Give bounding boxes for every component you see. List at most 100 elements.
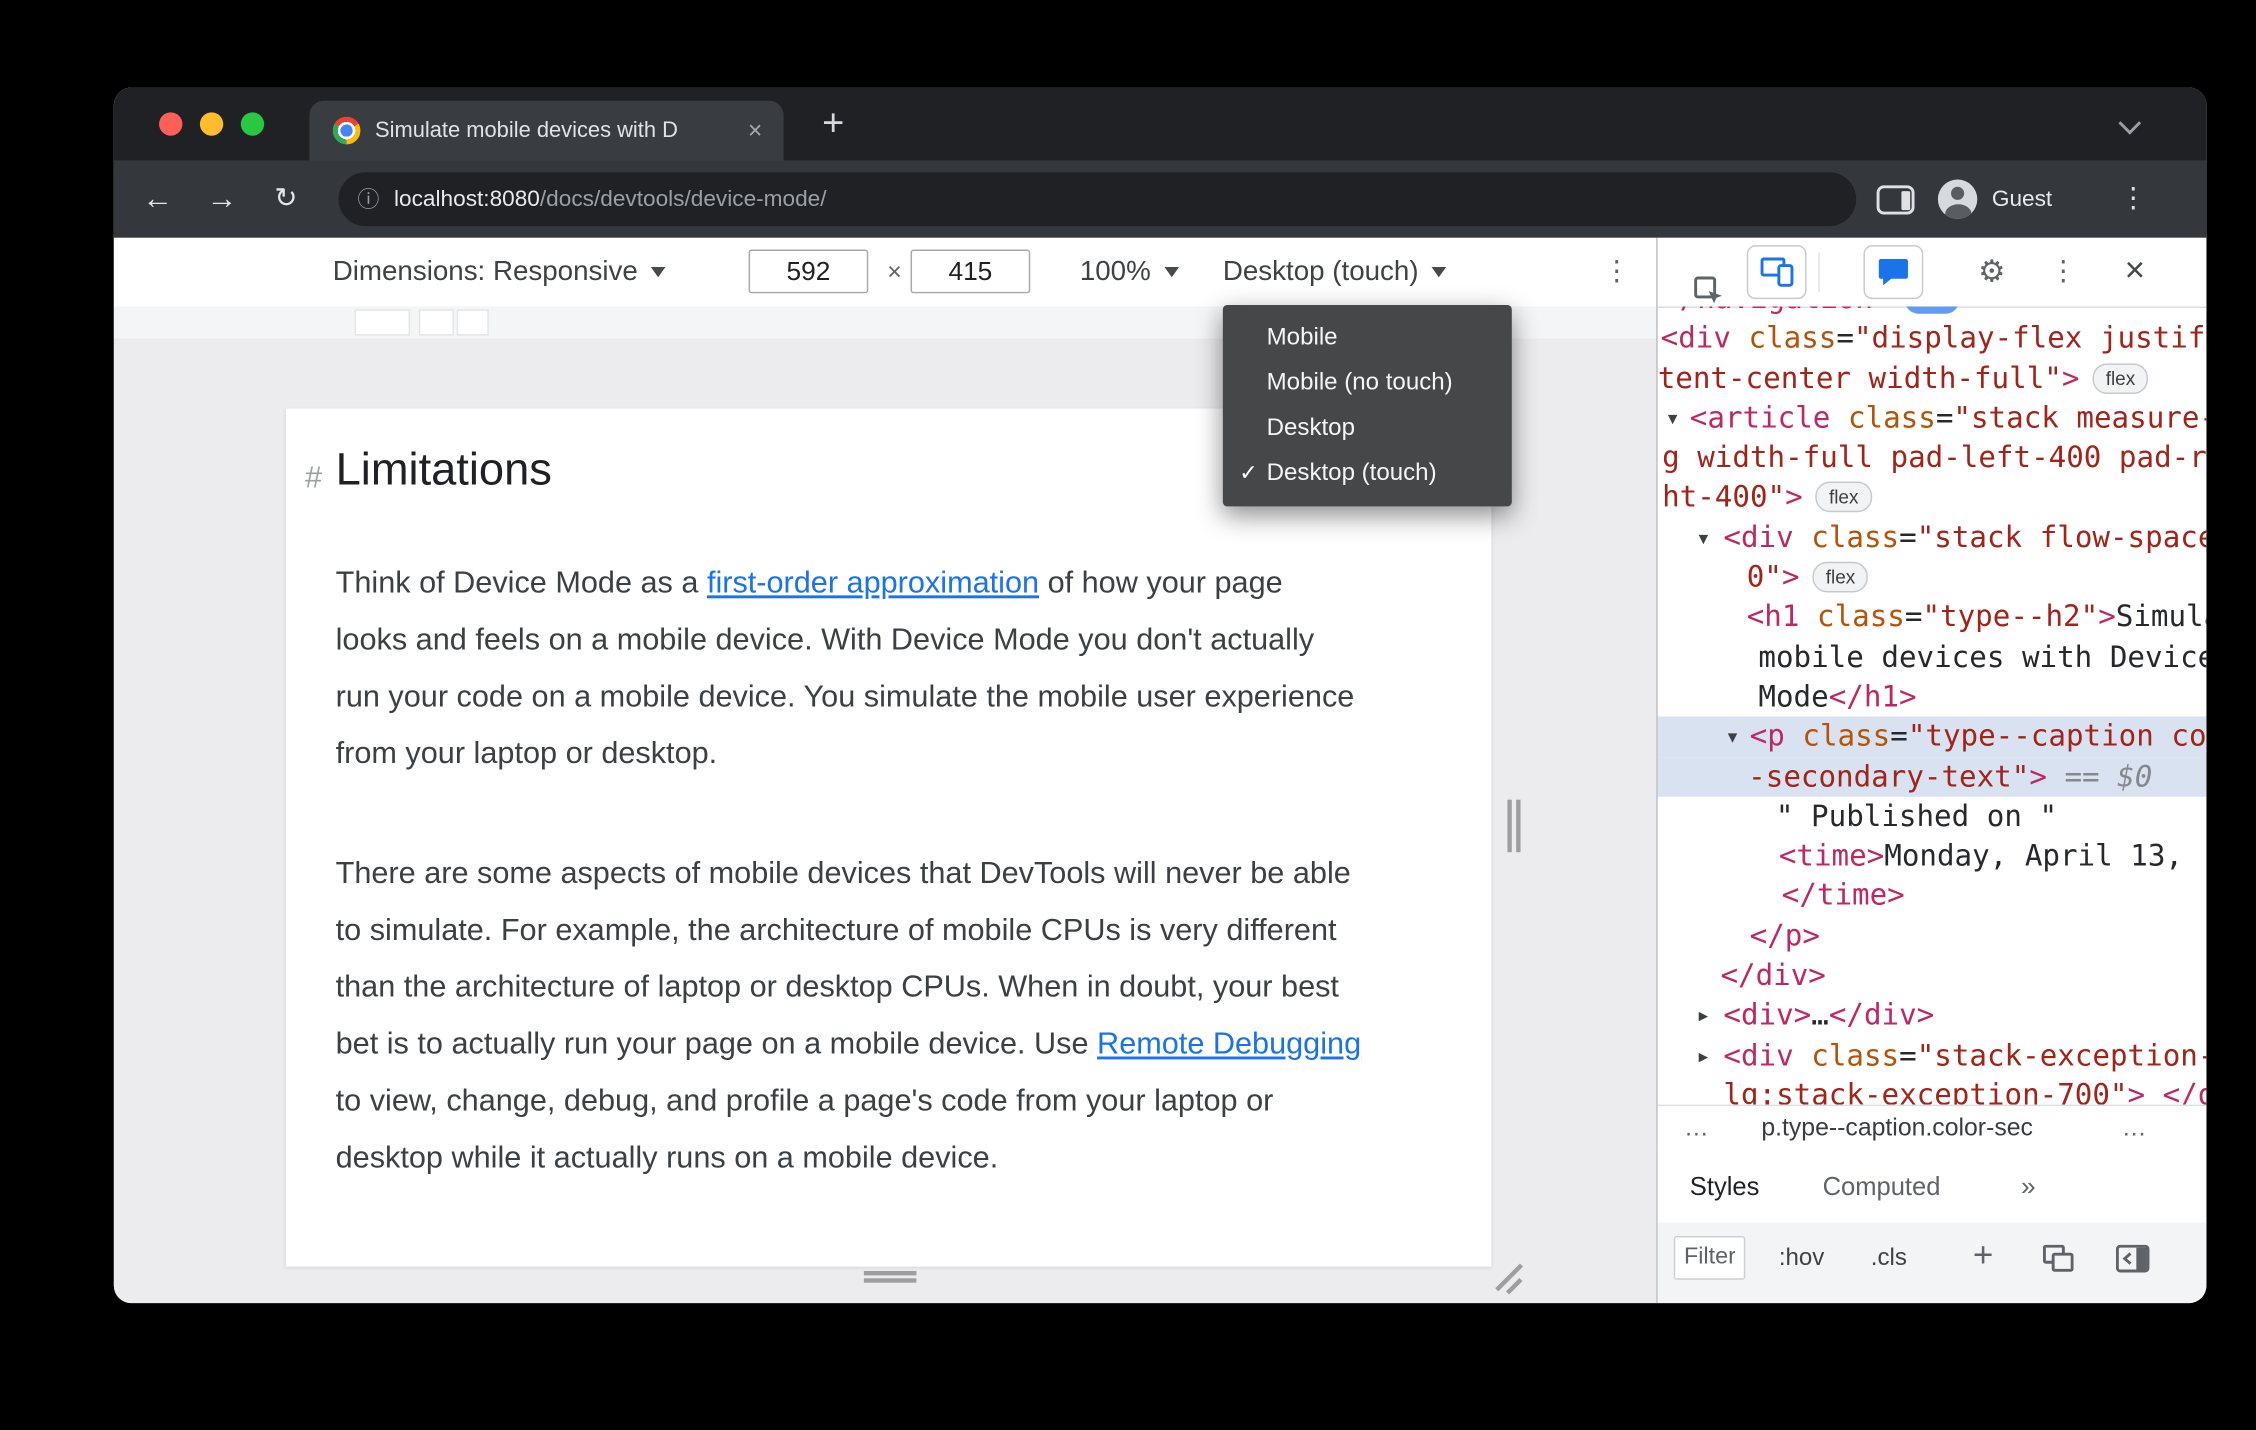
elements-tree-row[interactable]: " Published on " [1658, 797, 2207, 837]
devtools-toolbar: ⚙ ⋮ × [1657, 237, 2207, 308]
code-badge[interactable]: flex [1812, 561, 1869, 593]
minimize-window-button[interactable] [199, 112, 224, 136]
resize-handle-right[interactable] [1516, 799, 1521, 853]
breadcrumb-selected-crumb[interactable]: p.type--caption.color-sec [1761, 1106, 2033, 1151]
rendered-page: # Limitations Think of Device Mode as a … [286, 408, 1492, 1267]
elements-tree-row[interactable]: -secondary-text"> == $0 [1657, 756, 2207, 797]
code-tag: <article [1689, 399, 1831, 435]
resize-handle-corner[interactable] [1505, 1277, 1522, 1294]
back-button[interactable]: ← [137, 161, 178, 238]
sidebar-tabs: Styles Computed » [1657, 1149, 2207, 1225]
elements-tree-row[interactable]: </div> [1658, 956, 2207, 996]
tab-computed[interactable]: Computed [1823, 1150, 1941, 1223]
elements-tree-row[interactable]: ▸ <div class="stack-exception- [1658, 1036, 2207, 1076]
close-devtools-button[interactable]: × [2114, 238, 2155, 307]
settings-gear-icon[interactable]: ⚙ [1973, 238, 2011, 307]
elements-tree-row[interactable]: ▾ <div class="stack flow-space-40 [1658, 518, 2207, 558]
toggle-element-state-button[interactable]: :hov [1779, 1223, 1825, 1293]
code-badge-active[interactable]: flex [1903, 306, 1960, 314]
zoom-dropdown[interactable]: 100% [1080, 238, 1179, 307]
element-classes-button[interactable]: .cls [1871, 1223, 1907, 1293]
dimensions-separator: × [887, 258, 902, 287]
collapsed-arrow-icon[interactable]: ▸ [1699, 1036, 1709, 1076]
panel-tab[interactable] [1863, 245, 1924, 300]
dimensions-dropdown[interactable]: Dimensions: Responsive [333, 238, 666, 307]
fullscreen-window-button[interactable] [240, 112, 265, 136]
expanded-arrow-icon[interactable]: ▾ [1668, 398, 1678, 438]
elements-tree-row[interactable]: </time> [1658, 876, 2207, 916]
heading-anchor-hash[interactable]: # [305, 461, 322, 496]
elements-tree-row[interactable]: <div class="display-flex justify-con [1658, 319, 2207, 359]
browser-menu-button[interactable]: ⋮ [2116, 161, 2151, 238]
breadcrumb-overflow-right[interactable]: … [2122, 1106, 2147, 1151]
tab-title: Simulate mobile devices with D [375, 118, 678, 144]
tab-styles[interactable]: Styles [1690, 1150, 1760, 1223]
viewport-width-input[interactable] [748, 249, 869, 294]
profile-avatar[interactable] [1937, 179, 1978, 219]
elements-tree-row[interactable]: tent-center width-full"> flex [1658, 358, 2207, 398]
device-type-dropdown[interactable]: Desktop (touch) [1223, 238, 1447, 307]
code-plain: Monday, April 13, [1884, 837, 2183, 873]
more-tabs-icon[interactable]: » [2021, 1150, 2036, 1223]
side-panel-icon[interactable] [1876, 185, 1915, 215]
tab-search-chevron-icon[interactable] [2116, 111, 2145, 140]
code-tag: > [2127, 1076, 2146, 1105]
close-window-button[interactable] [159, 112, 183, 136]
zoom-value: 100% [1079, 256, 1151, 288]
elements-tree-row[interactable]: <time>Monday, April 13, [1658, 836, 2207, 876]
site-info-icon[interactable]: ⓘ [358, 184, 380, 215]
rendering-icon[interactable] [2042, 1244, 2074, 1273]
reload-button[interactable]: ↻ [266, 161, 307, 238]
collapsed-arrow-icon[interactable]: ▸ [1699, 996, 1709, 1036]
address-bar[interactable]: ⓘ localhost:8080/docs/devtools/device-mo… [338, 172, 1857, 227]
code-badge[interactable]: flex [2092, 362, 2149, 394]
elements-tree-row[interactable]: g width-full pad-left-400 pad-rig [1658, 438, 2206, 478]
hyperlink[interactable]: first-order approximation [707, 566, 1039, 600]
new-style-rule-button[interactable]: + [1963, 1223, 2004, 1293]
elements-tree-row[interactable]: Mode</h1> [1658, 677, 2207, 717]
elements-tree-row[interactable]: 0"> flex [1658, 558, 2207, 598]
device-toolbar: Dimensions: Responsive × 100% Desktop (t… [113, 237, 1657, 308]
elements-tree-row[interactable]: lg:stack-exception-700"> </div> [1658, 1075, 2206, 1105]
ruler-segment [354, 309, 411, 336]
menu-item-desktop[interactable]: Desktop [1223, 406, 1512, 451]
browser-toolbar: ← → ↻ ⓘ localhost:8080/docs/devtools/dev… [113, 160, 2207, 238]
elements-tree-row[interactable]: ht-400"> flex [1658, 478, 2207, 518]
computed-sidebar-toggle-icon[interactable] [2115, 1244, 2150, 1273]
devtools-panel: ⚙ ⋮ × </navigation>flex<div class="displ… [1656, 237, 2207, 1304]
url-path: /docs/devtools/device-mode/ [539, 186, 827, 211]
expanded-arrow-icon[interactable]: ▾ [1728, 717, 1738, 757]
resize-handle-right[interactable] [1507, 799, 1512, 853]
elements-tree-row[interactable]: </navigation> flex [1658, 306, 2207, 318]
text-run: from your laptop or desktop. [335, 736, 718, 771]
code-tag: > [2061, 359, 2080, 395]
elements-tree-row[interactable]: </p> [1658, 916, 2207, 956]
elements-tree-row[interactable]: <h1 class="type--h2">Simulate [1658, 597, 2207, 637]
elements-tree-row[interactable]: mobile devices with Device [1658, 637, 2206, 677]
forward-button[interactable]: → [201, 161, 242, 238]
elements-tree-row[interactable]: ▸ <div>…</div> [1658, 996, 2207, 1036]
breadcrumb-overflow-left[interactable]: … [1684, 1106, 1709, 1151]
menu-item-desktop-touch[interactable]: ✓ Desktop (touch) [1223, 451, 1512, 496]
new-tab-button[interactable]: + [811, 101, 855, 148]
resize-handle-bottom[interactable] [863, 1278, 917, 1283]
styles-filter-input[interactable] [1673, 1235, 1746, 1280]
devtools-menu-button[interactable]: ⋮ [2046, 238, 2081, 307]
close-tab-icon[interactable]: × [738, 114, 772, 148]
hyperlink[interactable]: Remote Debugging [1097, 1027, 1361, 1061]
viewport-height-input[interactable] [910, 249, 1031, 294]
menu-item-mobile-no-touch[interactable]: Mobile (no touch) [1223, 360, 1512, 405]
text-line: from your laptop or desktop. [336, 725, 1439, 782]
resize-handle-bottom[interactable] [863, 1271, 917, 1276]
menu-item-mobile[interactable]: Mobile [1223, 315, 1512, 360]
device-toolbar-toggle[interactable] [1746, 245, 1807, 300]
code-badge[interactable]: flex [1815, 482, 1872, 513]
code-plain [1830, 400, 1848, 435]
browser-tab[interactable]: Simulate mobile devices with D × [309, 100, 784, 161]
device-toolbar-menu-button[interactable]: ⋮ [1599, 238, 1634, 307]
caret-down-icon [1431, 267, 1447, 278]
elements-tree-row[interactable]: ▾ <article class="stack measure-lon [1658, 398, 2206, 438]
expanded-arrow-icon[interactable]: ▾ [1699, 518, 1709, 558]
code-plain: " Published on " [1775, 798, 2058, 834]
elements-tree-row[interactable]: ▾ <p class="type--caption color [1657, 716, 2207, 757]
